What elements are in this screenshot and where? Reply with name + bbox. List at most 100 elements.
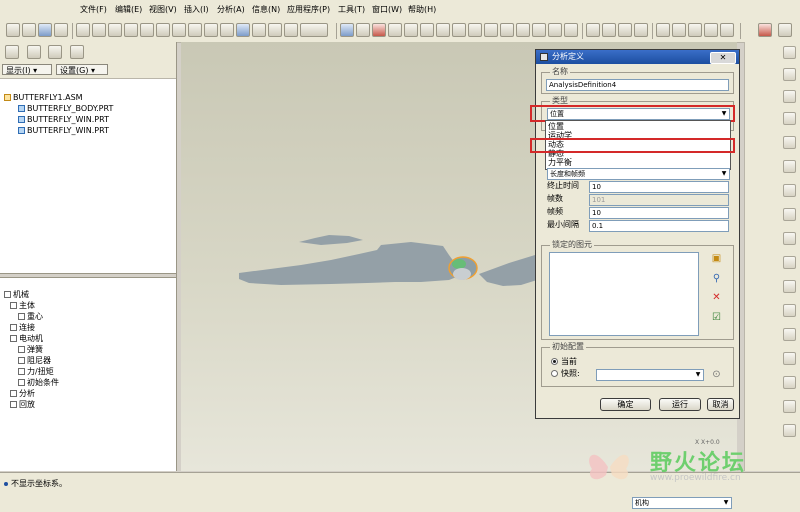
wireframe-icon[interactable] [532, 23, 546, 37]
spin-icon[interactable] [688, 23, 702, 37]
end-time-field[interactable]: 10 [589, 181, 729, 193]
datum-points-icon[interactable] [634, 23, 648, 37]
hidden-line-icon[interactable] [548, 23, 562, 37]
regenerate-icon[interactable] [92, 23, 106, 37]
reorient-icon[interactable] [468, 23, 482, 37]
menu-info[interactable]: 信息(N) [252, 4, 280, 15]
current-radio[interactable]: 当前 [551, 357, 577, 367]
mech-tree-item[interactable]: 阻尼器 [18, 356, 51, 366]
select-box-icon[interactable] [252, 23, 266, 37]
torque-icon[interactable] [783, 232, 796, 245]
model-tree-tab-icon[interactable] [5, 45, 19, 59]
mass-properties-icon[interactable] [783, 304, 796, 317]
print-icon[interactable] [54, 23, 68, 37]
regenerate-model-icon[interactable] [204, 23, 218, 37]
mech-tree-item[interactable]: 连接 [10, 323, 35, 333]
close-button[interactable]: ✕ [710, 52, 736, 64]
settings-menu-button[interactable]: 设置(G) ▾ [56, 64, 108, 75]
model-display-icon[interactable] [720, 23, 734, 37]
pan-icon[interactable] [704, 23, 718, 37]
menu-edit[interactable]: 编辑(E) [115, 4, 142, 15]
mech-tree-item[interactable]: 弹簧 [18, 345, 43, 355]
menu-analysis[interactable]: 分析(A) [217, 4, 245, 15]
datum-axes-icon[interactable] [618, 23, 632, 37]
force-icon[interactable] [783, 208, 796, 221]
regen-manager-icon[interactable] [220, 23, 234, 37]
preference-combo[interactable]: 长度和帧频 ▼ [547, 168, 730, 180]
drag-icon[interactable] [783, 376, 796, 389]
mech-tree-item[interactable]: 主体 [10, 301, 35, 311]
email-icon[interactable] [76, 23, 90, 37]
redo-icon[interactable] [124, 23, 138, 37]
close-window-icon[interactable] [778, 23, 792, 37]
menu-view[interactable]: 视图(V) [149, 4, 177, 15]
find-icon[interactable] [268, 23, 282, 37]
menu-window[interactable]: 窗口(W) [372, 4, 402, 15]
run-button[interactable]: 运行 [659, 398, 701, 411]
enable-connection-icon[interactable]: ☑ [710, 311, 723, 324]
damper-icon[interactable] [783, 184, 796, 197]
min-interval-field[interactable]: 0.1 [589, 220, 729, 232]
shading-icon[interactable] [586, 23, 600, 37]
locked-entities-list[interactable] [549, 252, 699, 336]
datum-display-icon[interactable] [372, 23, 386, 37]
refit-icon[interactable] [452, 23, 466, 37]
menu-tools[interactable]: 工具(T) [338, 4, 365, 15]
mech-tree-item[interactable]: 重心 [18, 312, 43, 322]
tree-item-part[interactable]: BUTTERFLY_BODY.PRT [18, 104, 113, 114]
menu-applications[interactable]: 应用程序(P) [287, 4, 330, 15]
lock-body-icon[interactable]: ▣ [710, 252, 723, 265]
favorites-tab-icon[interactable] [48, 45, 62, 59]
show-menu-button[interactable]: 显示(I) ▾ [2, 64, 52, 75]
dialog-titlebar[interactable]: 分析定义 ✕ [536, 50, 739, 64]
panel-splitter[interactable] [0, 273, 176, 278]
selection-filter-icon[interactable] [284, 23, 298, 37]
undo-icon[interactable] [108, 23, 122, 37]
annotation-icon[interactable] [672, 23, 686, 37]
mech-tree-item[interactable]: 初始条件 [18, 378, 59, 388]
lock-connection-icon[interactable]: ⚲ [710, 272, 723, 285]
close-mechanism-icon[interactable] [783, 424, 796, 437]
paste-icon[interactable] [172, 23, 186, 37]
context-help-icon[interactable] [758, 23, 772, 37]
zoom-out-icon[interactable] [436, 23, 450, 37]
new-file-icon[interactable] [6, 23, 20, 37]
filter-dropdown[interactable] [300, 23, 328, 37]
folder-browser-tab-icon[interactable] [27, 45, 41, 59]
coordinate-systems-icon[interactable] [656, 23, 670, 37]
analysis-definition-icon[interactable] [783, 46, 796, 59]
cam-icon[interactable] [783, 90, 796, 103]
snapshot-radio[interactable]: 快照: [551, 369, 580, 379]
glasses-icon[interactable]: ⊙ [710, 368, 723, 381]
delete-icon[interactable]: ✕ [710, 291, 723, 304]
tree-item-assembly[interactable]: BUTTERFLY1.ASM [4, 93, 83, 103]
connections-tab-icon[interactable] [70, 45, 84, 59]
repaint-icon[interactable] [340, 23, 354, 37]
zoom-in-icon[interactable] [420, 23, 434, 37]
search-icon[interactable] [236, 23, 250, 37]
menu-insert[interactable]: 插入(I) [184, 4, 209, 15]
saved-views-icon[interactable] [484, 23, 498, 37]
mech-tree-item[interactable]: 回放 [10, 400, 35, 410]
cancel-button[interactable]: 取消 [707, 398, 734, 411]
orient-icon[interactable] [356, 23, 370, 37]
tree-item-part[interactable]: BUTTERFLY_WIN.PRT [18, 115, 109, 125]
snapshot-combo[interactable]: ▼ [596, 369, 704, 381]
datum-planes-icon[interactable] [602, 23, 616, 37]
motor-icon[interactable] [783, 136, 796, 149]
initial-condition-icon[interactable] [783, 280, 796, 293]
menu-help[interactable]: 帮助(H) [408, 4, 436, 15]
playback-icon[interactable] [783, 328, 796, 341]
view-manager-icon[interactable] [516, 23, 530, 37]
mech-tree-item[interactable]: 分析 [10, 389, 35, 399]
open-file-icon[interactable] [22, 23, 36, 37]
name-field[interactable]: AnalysisDefinition4 [546, 79, 729, 91]
mech-tree-item[interactable]: 电动机 [10, 334, 43, 344]
tree-item-part[interactable]: BUTTERFLY_WIN.PRT [18, 126, 109, 136]
type-option-position[interactable]: 位置 [548, 122, 564, 131]
copy-icon[interactable] [156, 23, 170, 37]
ok-button[interactable]: 确定 [600, 398, 651, 411]
menu-file[interactable]: 文件(F) [80, 4, 107, 15]
snapshot-icon[interactable] [783, 400, 796, 413]
type-option-force-balance[interactable]: 力平衡 [548, 158, 572, 167]
